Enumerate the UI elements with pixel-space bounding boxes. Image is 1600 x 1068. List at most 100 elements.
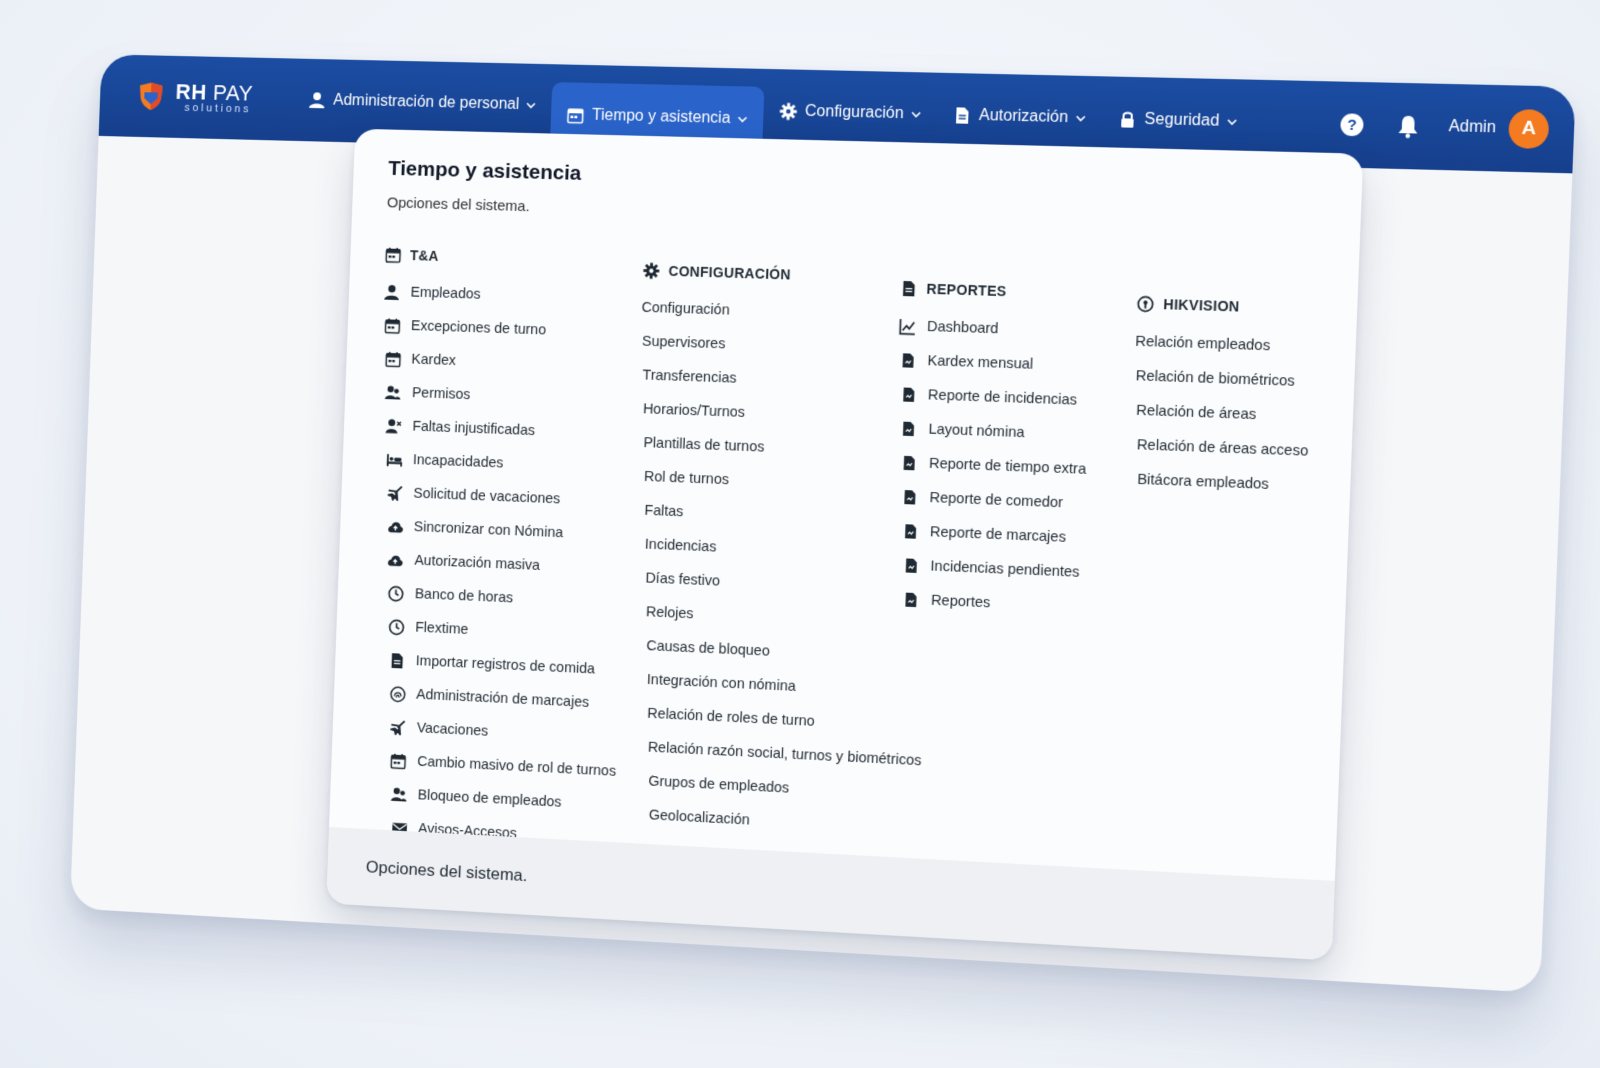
gear-icon <box>643 262 660 279</box>
nav-label: Autorización <box>979 107 1069 127</box>
menu-item-label: Autorización masiva <box>414 553 540 574</box>
brand-name-bold: RH <box>175 79 207 104</box>
users-icon <box>385 384 402 401</box>
menu-item-label: Incidencias pendientes <box>930 558 1080 580</box>
menu-item-label: Horarios/Turnos <box>643 401 746 421</box>
menu-item-reportes[interactable]: Reportes <box>902 582 1081 624</box>
menu-item-label: Relación de roles de turno <box>647 706 815 730</box>
menu-item-label: Kardex mensual <box>927 353 1033 373</box>
menu-item-label: Relación de áreas <box>1136 403 1257 423</box>
file-icon <box>899 352 917 370</box>
clock-icon <box>388 618 405 635</box>
help-icon[interactable]: ? <box>1338 111 1366 138</box>
menu-item-label: Faltas injustificadas <box>412 419 535 439</box>
brand-subtitle: solutions <box>184 102 252 114</box>
plane-icon <box>389 719 406 737</box>
column-heading-label: HIKVISION <box>1163 296 1240 315</box>
column-heading-label: T&A <box>410 247 439 264</box>
panel-subtitle: Opciones del sistema. <box>387 194 581 216</box>
menu-item-label: Transferencias <box>642 368 737 387</box>
panel-title: Tiempo y asistencia <box>388 157 582 186</box>
chart-icon <box>899 318 917 336</box>
menu-item-label: Incapacidades <box>413 452 504 471</box>
bell-icon[interactable] <box>1394 112 1422 139</box>
menu-item-label: Importar registros de comida <box>416 653 596 677</box>
column-heading-label: CONFIGURACIÓN <box>668 263 791 283</box>
menu-item-label: Reporte de incidencias <box>928 387 1078 408</box>
menu-item-label: Integración con nómina <box>647 672 796 695</box>
app-window: RH PAY solutions Administración de perso… <box>70 54 1576 993</box>
menu-item-label: Relación de áreas acceso <box>1136 437 1308 460</box>
menu-item-label: Reporte de comedor <box>929 490 1063 511</box>
menu-item-label: Geolocalización <box>649 807 751 828</box>
menu-item-label: Empleados <box>410 285 481 303</box>
column-heading-label: REPORTES <box>926 281 1007 300</box>
menu-item-label: Reporte de marcajes <box>930 524 1067 546</box>
user-icon <box>308 91 326 109</box>
calendar-icon <box>566 106 584 124</box>
menu-item-label: Administración de marcajes <box>416 687 589 711</box>
menu-item-label: Flextime <box>415 620 468 638</box>
brand-name-light: PAY <box>212 80 253 105</box>
menu-item-label: Relación de biométricos <box>1135 368 1295 390</box>
user-x-icon <box>385 417 402 434</box>
calendar-icon <box>384 317 401 334</box>
file-icon <box>900 420 918 438</box>
lock-icon <box>1118 110 1137 129</box>
file-icon <box>903 591 921 609</box>
menu-item-label: Relojes <box>646 604 694 622</box>
menu-item-label: Excepciones de turno <box>411 318 547 338</box>
menu-item-label: Solicitud de vacaciones <box>413 486 560 508</box>
chevron-down-icon <box>1226 117 1237 127</box>
menu-item-label: Reportes <box>931 593 991 612</box>
menu-item-label: Configuración <box>641 300 730 319</box>
chevron-down-icon <box>737 114 747 124</box>
file-icon <box>901 488 919 506</box>
menu-item-bitacora-empleados[interactable]: Bitácora empleados <box>1137 463 1308 504</box>
menu-item-label: Días festivo <box>645 570 720 589</box>
menu-column-reportes: REPORTES Dashboard Kardex mensual Reporte d… <box>888 273 1094 625</box>
calendar-icon <box>384 350 401 367</box>
cloud-icon <box>387 551 404 568</box>
file-icon <box>902 523 920 541</box>
document-icon <box>389 652 406 669</box>
file-icon <box>900 386 918 404</box>
menu-item-label: Incidencias <box>645 537 717 556</box>
menu-item-label: Relación empleados <box>1135 334 1270 355</box>
hikvision-icon <box>1136 295 1154 313</box>
calendar-icon <box>390 752 407 770</box>
menu-item-label: Bitácora empleados <box>1137 472 1269 493</box>
brand-logo[interactable]: RH PAY solutions <box>135 80 278 116</box>
menu-item-relacion-empleados[interactable]: Relación empleados <box>1135 325 1313 365</box>
menu-item-label: Faltas <box>644 503 683 520</box>
menu-item-label: Vacaciones <box>416 720 488 739</box>
navbar-tools: ? Admin A <box>1323 105 1550 149</box>
document-icon <box>900 279 918 297</box>
users-icon <box>390 786 407 804</box>
menu-column-hikvision: HIKVISION Relación empleados Relación de b… <box>1129 288 1314 504</box>
scene: RH PAY solutions Administración de perso… <box>0 0 1600 1068</box>
nav-label: Tiempo y asistencia <box>592 107 731 128</box>
nav-label: Seguridad <box>1144 111 1219 131</box>
bed-icon <box>386 451 403 468</box>
menu-item-label: Kardex <box>411 352 456 369</box>
calendar-icon <box>385 246 402 263</box>
menu-item-label: Banco de horas <box>415 586 514 606</box>
menu-item-label: Causas de bloqueo <box>646 638 770 660</box>
chevron-down-icon <box>526 100 536 110</box>
clock-icon <box>388 585 405 602</box>
avatar[interactable]: A <box>1508 109 1550 149</box>
chevron-down-icon <box>910 109 920 119</box>
menu-item-label: Grupos de empleados <box>648 774 789 797</box>
fingerprint-icon <box>389 685 406 702</box>
gear-icon <box>779 102 798 120</box>
chevron-down-icon <box>1075 113 1086 123</box>
menu-column-ta: T&A Empleados Excepciones de turno Kardex Pe… <box>363 240 636 856</box>
menu-item-label: Plantillas de turnos <box>643 435 764 455</box>
user-name[interactable]: Admin <box>1448 118 1496 138</box>
shield-logo-icon <box>135 80 166 112</box>
menu-item-label: Reporte de tiempo extra <box>929 456 1087 478</box>
nav-label: Configuración <box>805 103 904 123</box>
menu-item-label: Permisos <box>412 385 471 403</box>
panel-footer-text: Opciones del sistema. <box>366 857 528 886</box>
